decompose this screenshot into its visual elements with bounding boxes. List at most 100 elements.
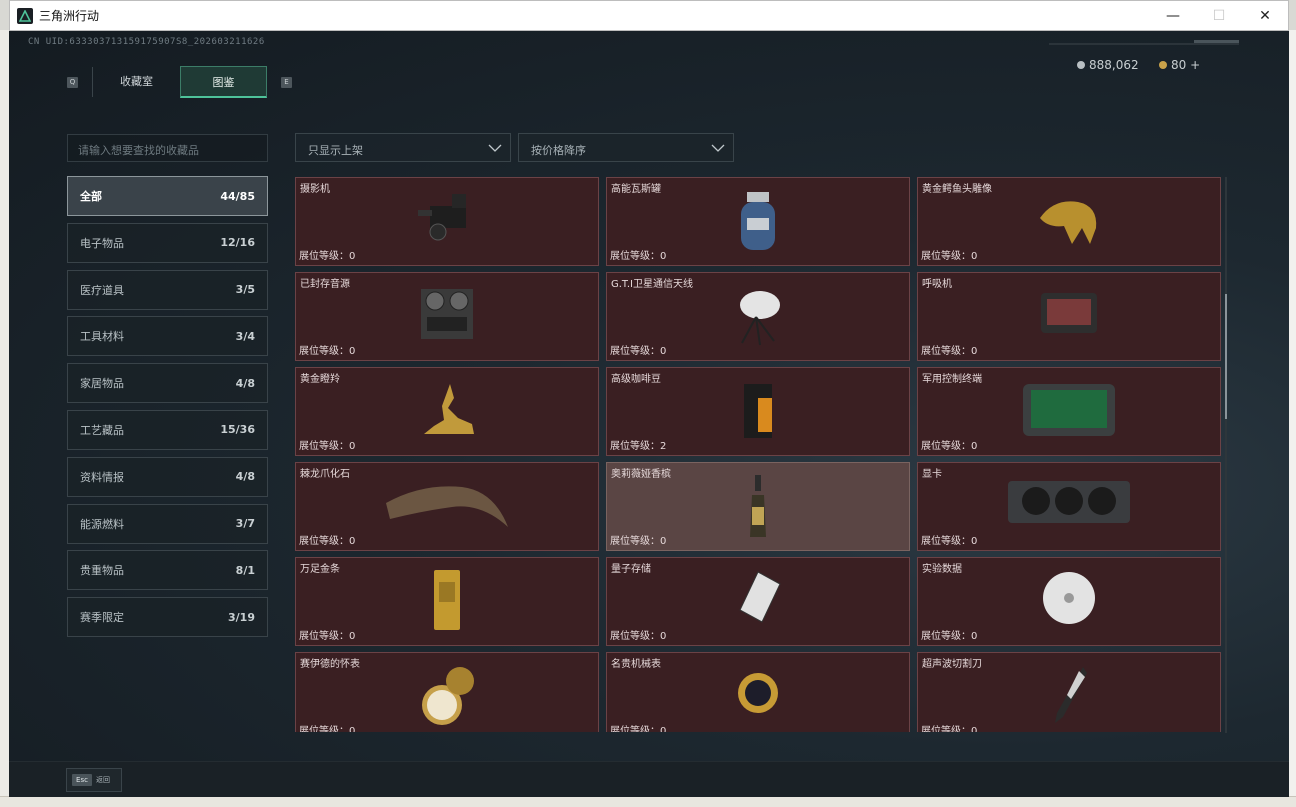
item-level: 展位等级：0 [610,536,667,547]
desktop-right-edge [1289,30,1296,797]
item-name: 棘龙爪化石 [300,469,350,480]
category-label: 全部 [80,190,102,203]
desktop-bottom-strip [0,796,1296,807]
top-divider [1049,43,1239,45]
item-name: 高能瓦斯罐 [611,184,661,195]
back-button[interactable]: Esc 返回 [66,768,122,792]
ultrasonic-knife-icon [1055,667,1087,723]
item-level: 展位等级：0 [921,346,978,357]
category-label: 工艺藏品 [80,423,124,437]
top-indicator [1194,40,1239,43]
category-season[interactable]: 赛季限定 3/19 [67,597,268,638]
category-label: 电子物品 [80,236,124,250]
prev-tab-key[interactable]: Q [67,76,78,88]
category-count: 8/1 [235,563,255,577]
item-card-satellite[interactable]: G.T.I卫星通信天线 展位等级：0 [606,272,910,361]
category-count: 3/4 [235,329,255,343]
category-medical[interactable]: 医疗道具 3/5 [67,269,268,310]
gold-crocodile-icon [1040,201,1097,244]
item-card-terminal[interactable]: 军用控制终端 展位等级：0 [917,367,1221,456]
minimize-button[interactable]: — [1150,1,1196,31]
item-level: 展位等级：0 [921,441,978,452]
next-tab-key[interactable]: E [281,76,292,88]
category-valuables[interactable]: 贵重物品 8/1 [67,550,268,591]
item-level: 展位等级：0 [299,631,356,642]
champagne-bottle-icon [750,475,766,537]
uid-label: CN UID:633303713159175907S8_202603211626 [28,37,265,47]
item-card-quantum-storage[interactable]: 量子存储 展位等级：0 [606,557,910,646]
item-level: 展位等级：0 [299,726,356,732]
item-name: 实验数据 [922,564,962,575]
item-name: 显卡 [922,469,942,480]
item-card-tape-recorder[interactable]: 已封存音源 展位等级：0 [295,272,599,361]
window-titlebar: 三角洲行动 — ☐ ✕ [9,0,1289,31]
quantum-storage-icon [739,571,781,623]
grid-scrollbar-track[interactable] [1225,177,1227,733]
item-card-gold-croc[interactable]: 黄金鳄鱼头雕像 展位等级：0 [917,177,1221,266]
tape-recorder-icon [421,289,473,339]
tab-catalog[interactable]: 图鉴 [180,66,267,98]
item-card-gas-tank[interactable]: 高能瓦斯罐 展位等级：0 [606,177,910,266]
item-level: 展位等级：0 [299,251,356,262]
item-card-gold-gazelle[interactable]: 黄金瞪羚 展位等级：0 [295,367,599,456]
category-energy[interactable]: 能源燃料 3/7 [67,503,268,544]
category-label: 赛季限定 [80,611,124,625]
chevron-down-icon [488,144,502,152]
item-card-respirator[interactable]: 呼吸机 展位等级：0 [917,272,1221,361]
gold-currency[interactable]: 80 + [1159,58,1200,72]
category-all[interactable]: 全部 44/85 [67,176,268,216]
chevron-down-icon [711,144,725,152]
item-card-pocket-watch[interactable]: 赛伊德的怀表 展位等级：0 [295,652,599,732]
shelf-filter-dropdown[interactable]: 只显示上架 [295,133,511,162]
item-card-champagne[interactable]: 奥莉薇娅香槟 展位等级：0 [606,462,910,551]
app-icon [17,7,33,24]
item-name: 赛伊德的怀表 [300,659,360,670]
item-card-luxury-watch[interactable]: 名贵机械表 展位等级：0 [606,652,910,732]
category-label: 医疗道具 [80,283,124,297]
item-name: 名贵机械表 [611,659,661,670]
category-count: 12/16 [220,236,255,250]
category-crafts[interactable]: 工艺藏品 15/36 [67,409,268,450]
close-button[interactable]: ✕ [1242,1,1288,31]
item-level: 展位等级：0 [299,441,356,452]
tab-collection-room[interactable]: 收藏室 [93,66,180,98]
item-name: 摄影机 [300,184,330,195]
item-name: 军用控制终端 [922,374,982,385]
category-label: 家居物品 [80,377,124,391]
fossil-claw-icon [386,486,508,527]
category-electronics[interactable]: 电子物品 12/16 [67,222,268,263]
item-grid: 摄影机 展位等级：0 高能瓦斯罐 展位等级：0 黄金鳄鱼头雕像 展位等级：0 已… [295,177,1221,732]
game-viewport: CN UID:633303713159175907S8_202603211626… [9,31,1289,797]
category-count: 3/7 [235,517,255,531]
category-count: 15/36 [220,423,255,437]
item-level: 展位等级：0 [921,251,978,262]
silver-coin-icon [1077,61,1085,69]
item-name: 万足金条 [300,564,340,575]
item-card-coffee[interactable]: 高级咖啡豆 展位等级：2 [606,367,910,456]
sort-value: 按价格降序 [531,144,586,157]
item-name: 超声波切割刀 [922,659,982,670]
camera-icon [418,194,466,241]
item-card-camera[interactable]: 摄影机 展位等级：0 [295,177,599,266]
pocket-watch-icon [422,667,474,725]
item-card-lab-data[interactable]: 实验数据 展位等级：0 [917,557,1221,646]
tab-bar: Q 收藏室 图鉴 E [67,66,292,98]
item-level: 展位等级：2 [610,441,667,452]
desktop-left-edge [0,30,9,797]
category-tools[interactable]: 工具材料 3/4 [67,316,268,357]
category-intel[interactable]: 资料情报 4/8 [67,456,268,497]
category-label: 贵重物品 [80,564,124,578]
item-card-fossil[interactable]: 棘龙爪化石 展位等级：0 [295,462,599,551]
maximize-button[interactable]: ☐ [1196,1,1242,31]
search-input[interactable]: 请输入想要查找的收藏品 [67,134,268,162]
item-card-gpu[interactable]: 显卡 展位等级：0 [917,462,1221,551]
sort-dropdown[interactable]: 按价格降序 [518,133,734,162]
grid-scrollbar-thumb[interactable] [1225,294,1227,419]
back-label: 返回 [96,776,110,784]
category-household[interactable]: 家居物品 4/8 [67,363,268,404]
item-card-gold-bar[interactable]: 万足金条 展位等级：0 [295,557,599,646]
item-name: 量子存储 [611,564,651,575]
graphics-card-icon [1008,481,1130,523]
item-card-ultrasonic-knife[interactable]: 超声波切割刀 展位等级：0 [917,652,1221,732]
item-level: 展位等级：0 [610,631,667,642]
